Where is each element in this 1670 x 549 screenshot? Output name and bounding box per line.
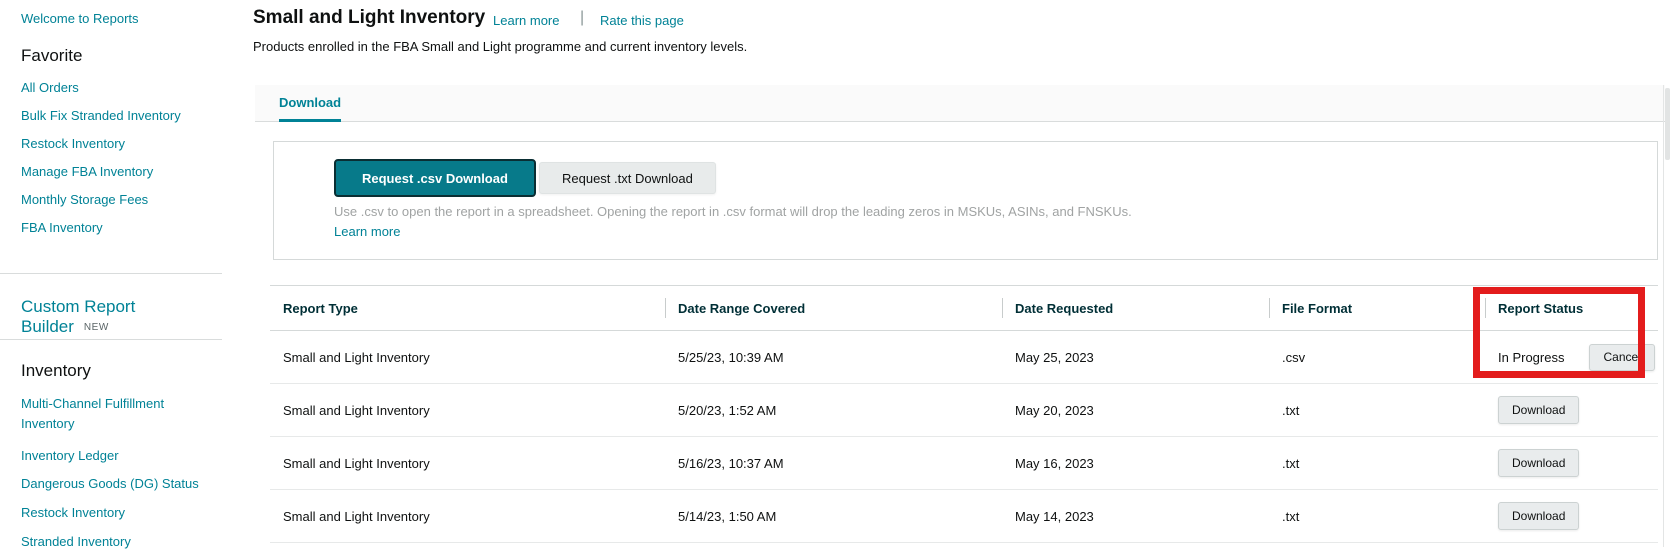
cell-file-format: .txt bbox=[1282, 402, 1300, 418]
panel-learn-more-link[interactable]: Learn more bbox=[334, 224, 400, 239]
cell-file-format: .txt bbox=[1282, 508, 1300, 524]
download-panel: Request .csv Download Request .txt Downl… bbox=[273, 141, 1658, 260]
cell-report-type: Small and Light Inventory bbox=[283, 349, 430, 365]
sidebar-item-fba-inventory[interactable]: FBA Inventory bbox=[21, 220, 103, 235]
sidebar-item-all-orders[interactable]: All Orders bbox=[21, 80, 79, 95]
sidebar-item-restock-inventory[interactable]: Restock Inventory bbox=[21, 136, 125, 151]
sidebar-divider bbox=[0, 273, 222, 274]
sidebar-item-custom-report-builder[interactable]: Custom Report Builder NEW bbox=[21, 297, 222, 337]
column-header-file-format: File Format bbox=[1269, 301, 1485, 316]
scrollbar-thumb[interactable] bbox=[1665, 88, 1670, 160]
cell-date-range: 5/14/23, 1:50 AM bbox=[678, 508, 777, 524]
rate-this-page-link[interactable]: Rate this page bbox=[600, 13, 684, 28]
cell-report-type: Small and Light Inventory bbox=[283, 455, 430, 471]
header-separator: | bbox=[580, 9, 585, 26]
table-row: Small and Light Inventory 5/25/23, 10:39… bbox=[270, 331, 1658, 384]
sidebar-item-manage-fba-inventory[interactable]: Manage FBA Inventory bbox=[21, 164, 153, 179]
cell-date-range: 5/20/23, 1:52 AM bbox=[678, 402, 777, 418]
sidebar-item-dangerous-goods-status[interactable]: Dangerous Goods (DG) Status bbox=[21, 476, 199, 491]
tab-download[interactable]: Download bbox=[279, 85, 342, 122]
sidebar-item-welcome-to-reports[interactable]: Welcome to Reports bbox=[21, 11, 139, 26]
custom-report-builder-label: Custom Report Builder bbox=[21, 297, 136, 336]
status-in-progress: In Progress bbox=[1498, 349, 1565, 365]
new-badge: NEW bbox=[83, 322, 109, 333]
cell-file-format: .csv bbox=[1282, 349, 1306, 365]
page-title: Small and Light Inventory bbox=[253, 7, 486, 28]
download-button[interactable]: Download bbox=[1498, 502, 1580, 530]
cell-date-requested: May 16, 2023 bbox=[1015, 455, 1094, 471]
tab-bar: Download bbox=[255, 85, 1665, 122]
cell-file-format: .txt bbox=[1282, 455, 1300, 471]
column-header-report-type: Report Type bbox=[283, 300, 358, 316]
column-header-report-status: Report Status bbox=[1485, 301, 1658, 316]
sidebar-divider bbox=[0, 339, 222, 340]
cell-date-range: 5/25/23, 10:39 AM bbox=[678, 349, 784, 365]
sidebar-item-bulk-fix-stranded-inventory[interactable]: Bulk Fix Stranded Inventory bbox=[21, 108, 181, 123]
sidebar-item-multi-channel-fulfillment-inventory[interactable]: Multi-Channel Fulfillment Inventory bbox=[21, 394, 179, 434]
cell-date-requested: May 20, 2023 bbox=[1015, 402, 1094, 418]
sidebar-heading-inventory: Inventory bbox=[21, 361, 91, 380]
cell-report-status: In Progress Cancel bbox=[1485, 343, 1658, 371]
cancel-button[interactable]: Cancel bbox=[1589, 343, 1655, 371]
column-header-date-requested: Date Requested bbox=[1002, 301, 1269, 316]
cell-date-requested: May 14, 2023 bbox=[1015, 508, 1094, 524]
sidebar-item-monthly-storage-fees[interactable]: Monthly Storage Fees bbox=[21, 192, 148, 207]
download-button[interactable]: Download bbox=[1498, 396, 1580, 424]
reports-sidebar: Welcome to Reports Favorite All Orders B… bbox=[0, 0, 222, 549]
cell-date-range: 5/16/23, 10:37 AM bbox=[678, 455, 784, 471]
cell-report-status: Download bbox=[1485, 449, 1658, 477]
table-header-row: Report Type Date Range Covered Date Requ… bbox=[270, 285, 1658, 331]
request-csv-download-button[interactable]: Request .csv Download bbox=[334, 159, 536, 197]
table-row: Small and Light Inventory 5/14/23, 1:50 … bbox=[270, 490, 1658, 543]
column-header-date-range-covered: Date Range Covered bbox=[665, 301, 1002, 316]
report-table: Report Type Date Range Covered Date Requ… bbox=[270, 285, 1658, 543]
csv-format-note: Use .csv to open the report in a spreads… bbox=[334, 204, 1132, 219]
cell-report-type: Small and Light Inventory bbox=[283, 402, 430, 418]
cell-report-status: Download bbox=[1485, 502, 1658, 530]
cell-date-requested: May 25, 2023 bbox=[1015, 349, 1094, 365]
request-txt-download-button[interactable]: Request .txt Download bbox=[539, 162, 716, 194]
learn-more-link[interactable]: Learn more bbox=[493, 13, 559, 28]
download-button[interactable]: Download bbox=[1498, 449, 1580, 477]
page-subtitle: Products enrolled in the FBA Small and L… bbox=[253, 39, 748, 54]
sidebar-item-restock-inventory-2[interactable]: Restock Inventory bbox=[21, 505, 125, 520]
cell-report-status: Download bbox=[1485, 396, 1658, 424]
table-row: Small and Light Inventory 5/16/23, 10:37… bbox=[270, 437, 1658, 490]
cell-report-type: Small and Light Inventory bbox=[283, 508, 430, 524]
sidebar-heading-favorite: Favorite bbox=[21, 46, 83, 65]
table-row: Small and Light Inventory 5/20/23, 1:52 … bbox=[270, 384, 1658, 437]
sidebar-item-inventory-ledger[interactable]: Inventory Ledger bbox=[21, 448, 119, 463]
